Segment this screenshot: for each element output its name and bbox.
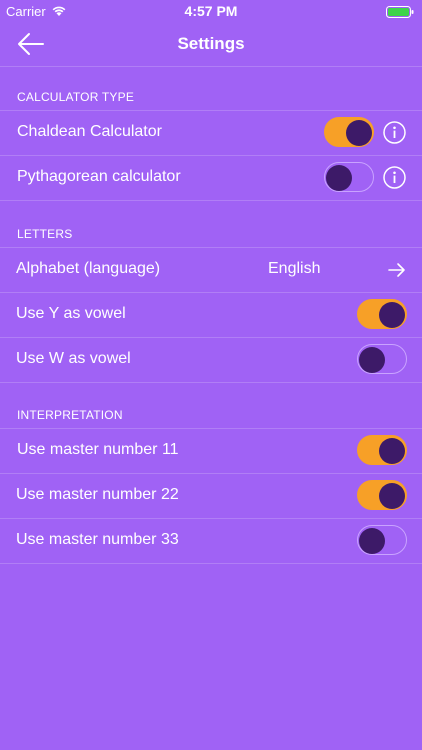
row-master-number-33: Use master number 33 <box>0 518 422 563</box>
toggle-knob <box>379 483 405 509</box>
section-divider <box>0 200 422 201</box>
battery-icon <box>386 5 414 18</box>
toggle-knob <box>379 302 405 328</box>
row-label: Use Y as vowel <box>16 305 126 322</box>
toggle-knob <box>359 528 385 554</box>
section-header-interpretation: INTERPRETATION <box>17 408 123 422</box>
status-bar: Carrier 4:57 PM <box>0 0 422 22</box>
use-y-as-vowel-toggle[interactable] <box>357 299 407 329</box>
row-label: Chaldean Calculator <box>17 123 162 140</box>
row-label: Alphabet (language) <box>16 260 161 277</box>
section-divider <box>0 563 422 564</box>
toggle-knob <box>326 165 352 191</box>
master-number-22-toggle[interactable] <box>357 480 407 510</box>
alphabet-value: English <box>268 260 321 277</box>
page-title: Settings <box>177 34 245 53</box>
row-label: Use master number 11 <box>17 441 179 458</box>
toggle-knob <box>379 438 405 464</box>
row-label: Use master number 33 <box>16 531 179 548</box>
row-label: Use master number 22 <box>16 486 179 503</box>
chaldean-calculator-toggle[interactable] <box>324 117 374 147</box>
section-header-calculator-type: CALCULATOR TYPE <box>17 90 135 104</box>
row-master-number-11: Use master number 11 <box>0 428 422 473</box>
section-divider <box>0 382 422 383</box>
use-w-as-vowel-toggle[interactable] <box>357 344 407 374</box>
row-chaldean-calculator: Chaldean Calculator <box>0 110 422 155</box>
pythagorean-calculator-toggle[interactable] <box>324 162 374 192</box>
toggle-knob <box>359 347 385 373</box>
clock: 4:57 PM <box>184 3 238 19</box>
row-label: Pythagorean calculator <box>17 168 181 185</box>
navigation-bar: Settings <box>0 22 422 67</box>
master-number-33-toggle[interactable] <box>357 525 407 555</box>
row-alphabet-language[interactable]: Alphabet (language) English <box>0 247 422 292</box>
info-icon[interactable] <box>383 121 406 144</box>
arrow-right-icon[interactable] <box>388 262 406 278</box>
row-pythagorean-calculator: Pythagorean calculator <box>0 155 422 200</box>
row-use-w-as-vowel: Use W as vowel <box>0 337 422 382</box>
row-master-number-22: Use master number 22 <box>0 473 422 518</box>
info-icon[interactable] <box>383 166 406 189</box>
section-header-letters: LETTERS <box>17 227 73 241</box>
master-number-11-toggle[interactable] <box>357 435 407 465</box>
row-label: Use W as vowel <box>16 350 131 367</box>
toggle-knob <box>346 120 372 146</box>
row-use-y-as-vowel: Use Y as vowel <box>0 292 422 337</box>
